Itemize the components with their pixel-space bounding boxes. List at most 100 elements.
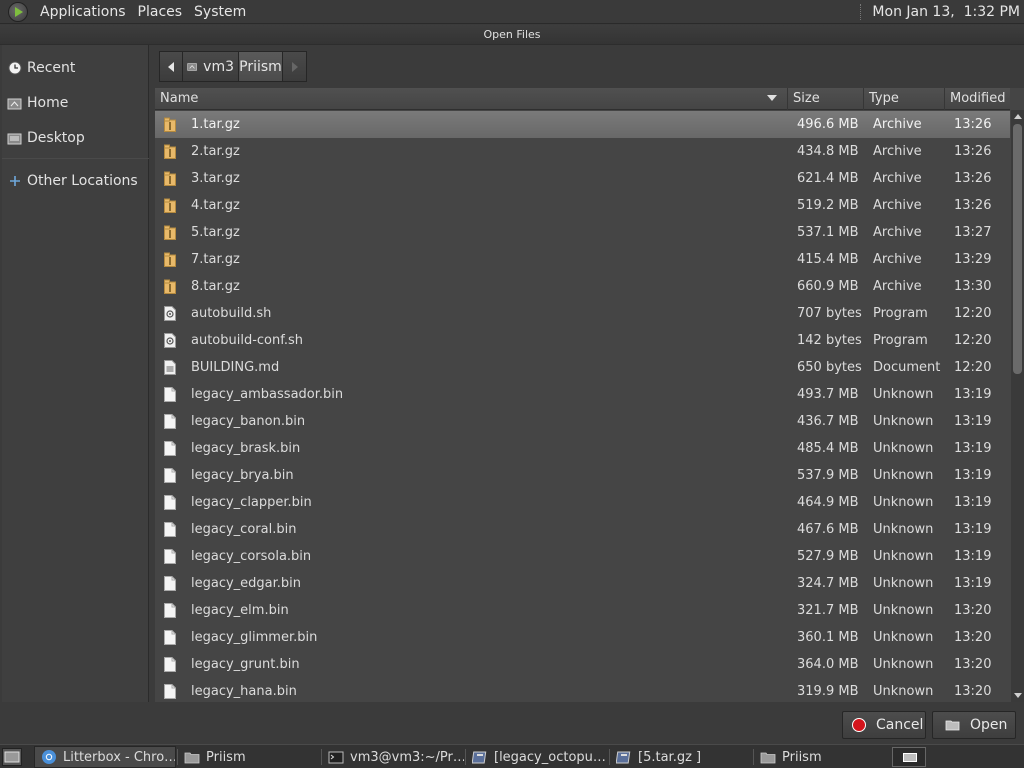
sidebar-item-recent[interactable]: Recent bbox=[2, 54, 149, 82]
file-row[interactable]: legacy_edgar.bin 324.7 MB Unknown 13:19 bbox=[155, 570, 1010, 597]
file-icon bbox=[164, 603, 176, 618]
path-forward-button[interactable] bbox=[283, 51, 307, 82]
taskbar-item[interactable]: [5.tar.gz ] bbox=[610, 746, 752, 768]
file-row[interactable]: legacy_elm.bin 321.7 MB Unknown 13:20 bbox=[155, 597, 1010, 624]
file-modified: 13:19 bbox=[954, 441, 992, 456]
file-modified: 13:19 bbox=[954, 414, 992, 429]
file-row[interactable]: autobuild.sh 707 bytes Program 12:20 bbox=[155, 300, 1010, 327]
path-segment-priism[interactable]: Priism bbox=[239, 51, 283, 82]
distro-logo-icon[interactable] bbox=[8, 1, 28, 22]
archive-icon bbox=[164, 279, 176, 294]
taskbar-item[interactable]: Priism bbox=[754, 746, 886, 768]
file-row[interactable]: legacy_hana.bin 319.9 MB Unknown 13:20 bbox=[155, 678, 1010, 702]
taskbar-item-label: Litterbox - Chro… bbox=[63, 749, 176, 765]
scrollbar-thumb[interactable] bbox=[1013, 124, 1022, 374]
file-row[interactable]: 4.tar.gz 519.2 MB Archive 13:26 bbox=[155, 192, 1010, 219]
file-icon bbox=[164, 495, 176, 510]
file-row[interactable]: legacy_coral.bin 467.6 MB Unknown 13:19 bbox=[155, 516, 1010, 543]
file-row[interactable]: autobuild-conf.sh 142 bytes Program 12:20 bbox=[155, 327, 1010, 354]
file-icon bbox=[164, 387, 176, 402]
file-row[interactable]: legacy_glimmer.bin 360.1 MB Unknown 13:20 bbox=[155, 624, 1010, 651]
workspace-window-icon bbox=[903, 753, 917, 762]
file-size: 493.7 MB bbox=[797, 387, 859, 402]
taskbar-item[interactable]: vm3@vm3:~/Pr… bbox=[322, 746, 464, 768]
clock-icon bbox=[7, 61, 22, 75]
cancel-button[interactable]: Cancel bbox=[842, 711, 926, 739]
file-modified: 13:20 bbox=[954, 684, 992, 699]
file-row[interactable]: legacy_corsola.bin 527.9 MB Unknown 13:19 bbox=[155, 543, 1010, 570]
archive-icon bbox=[164, 252, 176, 267]
chrome-icon bbox=[41, 750, 57, 764]
file-icon bbox=[164, 414, 176, 429]
file-size: 142 bytes bbox=[797, 333, 862, 348]
file-row[interactable]: 3.tar.gz 621.4 MB Archive 13:26 bbox=[155, 165, 1010, 192]
file-row[interactable]: legacy_ambassador.bin 493.7 MB Unknown 13:1… bbox=[155, 381, 1010, 408]
file-type: Unknown bbox=[873, 468, 934, 483]
scroll-down-icon[interactable] bbox=[1014, 693, 1022, 698]
file-row[interactable]: BUILDING.md 650 bytes Document 12:20 bbox=[155, 354, 1010, 381]
file-row[interactable]: 5.tar.gz 537.1 MB Archive 13:27 bbox=[155, 219, 1010, 246]
menu-system[interactable]: System bbox=[188, 4, 252, 20]
path-back-button[interactable] bbox=[159, 51, 183, 82]
file-modified: 13:19 bbox=[954, 495, 992, 510]
path-segment-vm3[interactable]: vm3 bbox=[183, 51, 239, 82]
sidebar-item-home[interactable]: Home bbox=[2, 89, 149, 117]
file-name: legacy_banon.bin bbox=[191, 414, 306, 429]
taskbar-item[interactable]: Litterbox - Chro… bbox=[34, 746, 176, 768]
file-name: legacy_elm.bin bbox=[191, 603, 289, 618]
file-name: autobuild-conf.sh bbox=[191, 333, 304, 348]
panel-clock[interactable]: Mon Jan 13, 1:32 PM bbox=[872, 4, 1020, 20]
sidebar-item-label: Desktop bbox=[27, 130, 85, 146]
file-row[interactable]: 2.tar.gz 434.8 MB Archive 13:26 bbox=[155, 138, 1010, 165]
open-button-label: Open bbox=[970, 717, 1008, 733]
menu-applications[interactable]: Applications bbox=[34, 4, 132, 20]
file-row[interactable]: legacy_clapper.bin 464.9 MB Unknown 13:19 bbox=[155, 489, 1010, 516]
workspace-switcher[interactable] bbox=[892, 747, 926, 767]
file-row[interactable]: legacy_brya.bin 537.9 MB Unknown 13:19 bbox=[155, 462, 1010, 489]
file-name: legacy_hana.bin bbox=[191, 684, 297, 699]
sort-descending-icon bbox=[767, 95, 777, 101]
file-name: legacy_ambassador.bin bbox=[191, 387, 344, 402]
show-desktop-button[interactable] bbox=[2, 748, 22, 766]
file-modified: 12:20 bbox=[954, 360, 992, 375]
file-type: Unknown bbox=[873, 549, 934, 564]
file-type: Unknown bbox=[873, 441, 934, 456]
file-size: 319.9 MB bbox=[797, 684, 859, 699]
sidebar-item-desktop[interactable]: Desktop bbox=[2, 124, 149, 152]
file-row[interactable]: 8.tar.gz 660.9 MB Archive 13:30 bbox=[155, 273, 1010, 300]
taskbar-item[interactable]: [legacy_octopu… bbox=[466, 746, 608, 768]
chevron-right-icon bbox=[291, 61, 298, 72]
file-type: Archive bbox=[873, 252, 922, 267]
file-row[interactable]: 7.tar.gz 415.4 MB Archive 13:29 bbox=[155, 246, 1010, 273]
sidebar-item-other-locations[interactable]: Other Locations bbox=[2, 167, 149, 195]
file-modified: 13:26 bbox=[954, 117, 992, 132]
archive-icon bbox=[164, 225, 176, 240]
file-name: 4.tar.gz bbox=[191, 198, 240, 213]
column-header-name[interactable]: Name bbox=[155, 88, 788, 110]
file-name: 2.tar.gz bbox=[191, 144, 240, 159]
file-type: Unknown bbox=[873, 495, 934, 510]
file-row[interactable]: 1.tar.gz 496.6 MB Archive 13:26 bbox=[155, 111, 1010, 138]
file-name: legacy_glimmer.bin bbox=[191, 630, 318, 645]
menu-places[interactable]: Places bbox=[132, 4, 189, 20]
file-type: Unknown bbox=[873, 630, 934, 645]
file-row[interactable]: legacy_banon.bin 436.7 MB Unknown 13:19 bbox=[155, 408, 1010, 435]
scroll-up-icon[interactable] bbox=[1014, 114, 1022, 119]
file-size: 434.8 MB bbox=[797, 144, 859, 159]
file-name: 5.tar.gz bbox=[191, 225, 240, 240]
taskbar-item-label: vm3@vm3:~/Pr… bbox=[350, 749, 464, 765]
file-row[interactable]: legacy_brask.bin 485.4 MB Unknown 13:19 bbox=[155, 435, 1010, 462]
sidebar-item-label: Other Locations bbox=[27, 173, 138, 189]
file-row[interactable]: legacy_grunt.bin 364.0 MB Unknown 13:20 bbox=[155, 651, 1010, 678]
archive-manager-icon bbox=[616, 750, 632, 764]
open-button[interactable]: Open bbox=[932, 711, 1016, 739]
column-header-type[interactable]: Type bbox=[864, 88, 945, 110]
file-icon bbox=[164, 657, 176, 672]
file-size: 415.4 MB bbox=[797, 252, 859, 267]
column-header-size[interactable]: Size bbox=[788, 88, 864, 110]
vertical-scrollbar[interactable] bbox=[1011, 110, 1024, 702]
folder-icon bbox=[760, 750, 776, 764]
taskbar-item[interactable]: Priism bbox=[178, 746, 320, 768]
chevron-left-icon bbox=[168, 61, 174, 72]
column-header-modified[interactable]: Modified bbox=[945, 88, 1010, 110]
